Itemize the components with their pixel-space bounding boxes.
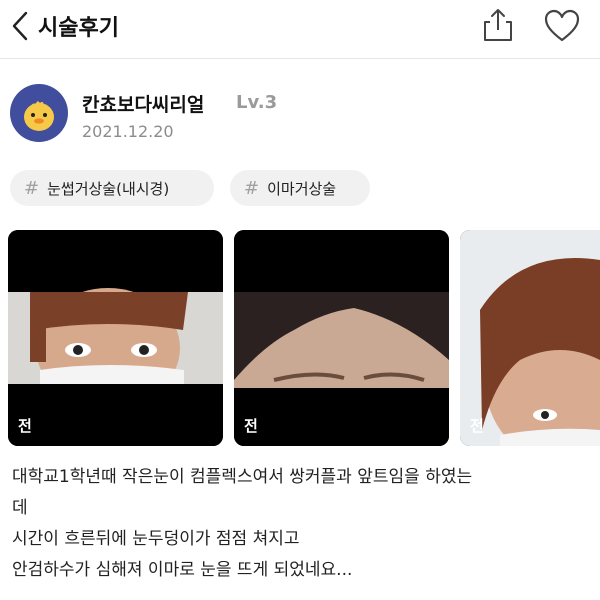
face-photo-image bbox=[8, 230, 223, 446]
photo-label: 전 bbox=[470, 417, 484, 435]
duck-icon bbox=[24, 101, 54, 131]
photo-label: 전 bbox=[244, 417, 258, 435]
body-line: 시간이 흐른뒤에 눈두덩이가 점점 쳐지고 bbox=[12, 529, 300, 549]
tag-label: 이마거상술 bbox=[267, 179, 337, 198]
back-button[interactable] bbox=[2, 8, 38, 44]
hashtag-icon: # bbox=[24, 177, 40, 199]
body-line: 대학교1학년때 작은눈이 컴플렉스여서 쌍커플과 앞트임을 하였는 bbox=[12, 467, 473, 487]
photo-label: 전 bbox=[18, 417, 32, 435]
post-body: 대학교1학년때 작은눈이 컴플렉스여서 쌍커플과 앞트임을 하였는 데 시간이 … bbox=[12, 462, 592, 586]
before-photo[interactable]: 전 bbox=[234, 230, 449, 446]
hashtag-icon: # bbox=[244, 177, 260, 199]
body-line: 데 bbox=[12, 498, 28, 518]
like-button[interactable] bbox=[542, 8, 582, 44]
avatar[interactable] bbox=[10, 84, 68, 142]
top-bar: 시술후기 bbox=[0, 0, 600, 59]
author-name[interactable]: 칸쵸보다씨리얼 bbox=[82, 90, 204, 117]
page-title: 시술후기 bbox=[38, 16, 119, 41]
post-date: 2021.12.20 bbox=[82, 122, 174, 141]
chevron-left-icon bbox=[12, 11, 28, 41]
tag-chip[interactable]: # 이마거상술 bbox=[230, 170, 370, 206]
heart-outline-icon bbox=[544, 9, 580, 42]
tag-chip[interactable]: # 눈썹거상술(내시경) bbox=[10, 170, 214, 206]
share-button[interactable] bbox=[481, 6, 515, 44]
before-photo[interactable]: 전 bbox=[8, 230, 223, 446]
tag-label: 눈썹거상술(내시경) bbox=[47, 179, 170, 198]
before-photo[interactable]: 전 bbox=[460, 230, 600, 446]
body-line: 안검하수가 심해져 이마로 눈을 뜨게 되었네요... bbox=[12, 560, 353, 580]
share-icon bbox=[484, 9, 512, 41]
face-photo-image bbox=[460, 230, 600, 446]
author-level-badge: Lv.3 bbox=[236, 92, 278, 113]
face-photo-image bbox=[234, 230, 449, 446]
